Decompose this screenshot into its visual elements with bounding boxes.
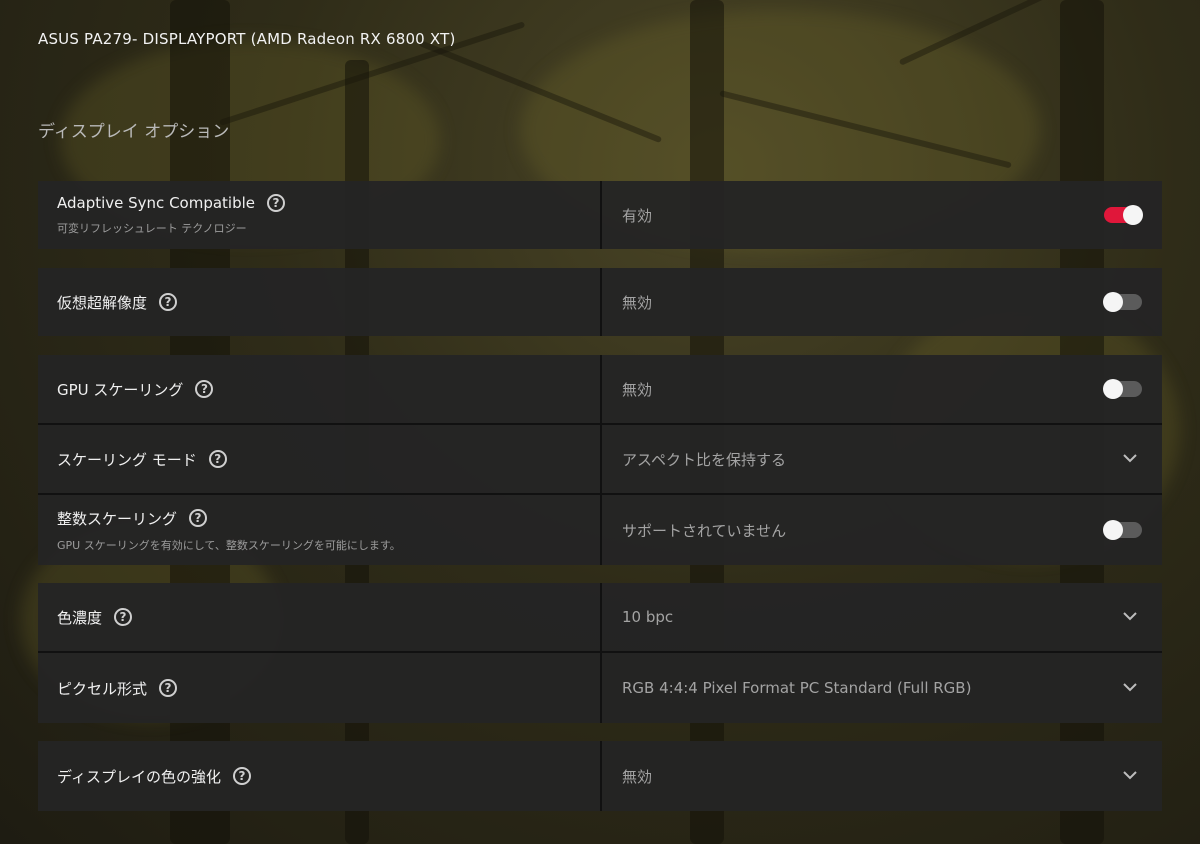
chevron-down-icon[interactable] — [1122, 452, 1138, 464]
vsr-toggle[interactable] — [1103, 292, 1142, 312]
setting-value: RGB 4:4:4 Pixel Format PC Standard (Full… — [622, 679, 972, 697]
row-gpu-scaling: GPU スケーリング ? 無効 — [38, 355, 1162, 425]
setting-value: アスペクト比を保持する — [622, 450, 786, 469]
row-color-depth[interactable]: 色濃度 ? 10 bpc — [38, 583, 1162, 653]
toggle-knob — [1103, 379, 1123, 399]
setting-sublabel: GPU スケーリングを有効にして、整数スケーリングを可能にします。 — [57, 538, 401, 552]
group-scaling: GPU スケーリング ? 無効 スケーリング モード ? アスペクト比を保持する… — [38, 355, 1162, 565]
group-color: 色濃度 ? 10 bpc ピクセル形式 ? RGB 4:4:4 Pixel Fo… — [38, 583, 1162, 723]
setting-sublabel: 可変リフレッシュレート テクノロジー — [57, 222, 247, 235]
help-icon[interactable]: ? — [232, 767, 251, 785]
help-icon[interactable]: ? — [159, 679, 178, 697]
row-left: ピクセル形式 ? — [38, 653, 600, 723]
color-enhancement-dropdown[interactable]: 無効 — [600, 741, 1162, 811]
toggle-knob — [1103, 520, 1123, 540]
setting-label: ピクセル形式 — [57, 679, 148, 698]
pixel-format-dropdown[interactable]: RGB 4:4:4 Pixel Format PC Standard (Full… — [600, 653, 1162, 723]
help-icon[interactable]: ? — [208, 450, 227, 468]
row-color-enhancement[interactable]: ディスプレイの色の強化 ? 無効 — [38, 741, 1162, 811]
group-adaptive-sync: Adaptive Sync Compatible ? 可変リフレッシュレート テ… — [38, 181, 1162, 249]
row-pixel-format[interactable]: ピクセル形式 ? RGB 4:4:4 Pixel Format PC Stand… — [38, 653, 1162, 723]
setting-label: GPU スケーリング — [57, 380, 184, 399]
setting-label: 整数スケーリング — [57, 509, 178, 528]
adaptive-sync-toggle[interactable] — [1104, 205, 1143, 225]
setting-label: 仮想超解像度 — [57, 293, 148, 312]
device-title: ASUS PA279- DISPLAYPORT (AMD Radeon RX 6… — [38, 30, 456, 48]
setting-value: サポートされていません — [622, 521, 787, 540]
group-vsr: 仮想超解像度 ? 無効 — [38, 268, 1162, 336]
scaling-mode-dropdown[interactable]: アスペクト比を保持する — [600, 425, 1162, 493]
gpu-scaling-toggle[interactable] — [1103, 379, 1142, 399]
chevron-down-icon[interactable] — [1122, 681, 1138, 693]
chevron-down-icon[interactable] — [1122, 610, 1138, 622]
toggle-knob — [1123, 205, 1143, 225]
row-left: Adaptive Sync Compatible ? 可変リフレッシュレート テ… — [38, 181, 600, 249]
row-left: ディスプレイの色の強化 ? — [38, 741, 600, 811]
row-right: サポートされていません — [600, 495, 1162, 565]
help-icon[interactable]: ? — [189, 509, 208, 527]
setting-label: Adaptive Sync Compatible — [57, 194, 256, 212]
row-integer-scaling: 整数スケーリング ? GPU スケーリングを有効にして、整数スケーリングを可能に… — [38, 495, 1162, 565]
toggle-knob — [1103, 292, 1123, 312]
row-adaptive-sync: Adaptive Sync Compatible ? 可変リフレッシュレート テ… — [38, 181, 1162, 249]
setting-value: 無効 — [622, 767, 653, 786]
integer-scaling-toggle[interactable] — [1103, 520, 1142, 540]
row-left: 整数スケーリング ? GPU スケーリングを有効にして、整数スケーリングを可能に… — [38, 495, 600, 565]
row-left: 色濃度 ? — [38, 583, 600, 651]
chevron-down-icon[interactable] — [1122, 769, 1138, 781]
row-right: 無効 — [600, 268, 1162, 336]
row-left: スケーリング モード ? — [38, 425, 600, 493]
help-icon[interactable]: ? — [114, 608, 133, 626]
setting-value: 無効 — [622, 293, 653, 312]
row-vsr: 仮想超解像度 ? 無効 — [38, 268, 1162, 336]
row-left: 仮想超解像度 ? — [38, 268, 600, 336]
row-right: 無効 — [600, 355, 1162, 423]
section-title: ディスプレイ オプション — [38, 122, 230, 142]
row-right: 有効 — [600, 181, 1162, 249]
setting-label: 色濃度 — [57, 608, 103, 627]
help-icon[interactable]: ? — [267, 194, 286, 212]
help-icon[interactable]: ? — [195, 380, 214, 398]
group-color-enhancement: ディスプレイの色の強化 ? 無効 — [38, 741, 1162, 811]
setting-label: スケーリング モード — [57, 450, 197, 469]
setting-value: 無効 — [622, 380, 653, 399]
setting-label: ディスプレイの色の強化 — [57, 767, 221, 786]
help-icon[interactable]: ? — [159, 293, 178, 311]
setting-value: 10 bpc — [622, 608, 674, 626]
row-scaling-mode[interactable]: スケーリング モード ? アスペクト比を保持する — [38, 425, 1162, 495]
row-left: GPU スケーリング ? — [38, 355, 600, 423]
color-depth-dropdown[interactable]: 10 bpc — [600, 583, 1162, 651]
setting-value: 有効 — [622, 206, 653, 225]
